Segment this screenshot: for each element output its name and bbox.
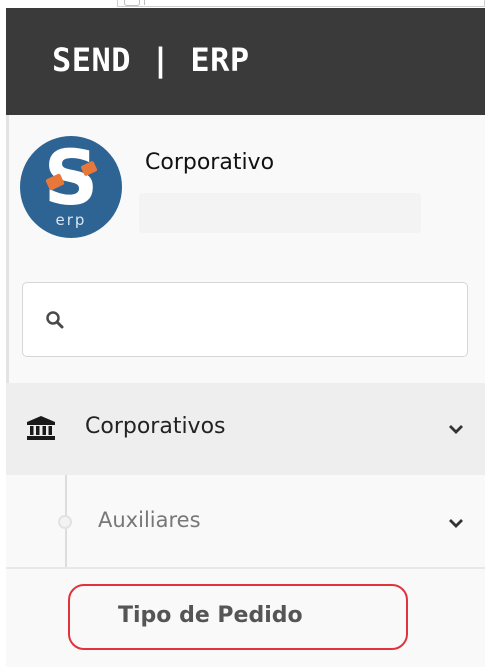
user-profile: S erp Corporativo [6,115,485,275]
company-subtitle-redacted [139,193,421,233]
search-icon [46,311,64,329]
menu-item-tipo-de-pedido[interactable]: Tipo de Pedido [68,584,408,650]
bank-icon [27,416,55,440]
avatar[interactable]: S erp [20,136,122,238]
menu-divider [6,567,485,569]
menu-item-label: Corporativos [85,414,226,439]
avatar-logo-letter: S [43,136,99,222]
avatar-logo-subtext: erp [55,211,87,229]
app-header: SEND | ERP [6,8,485,115]
tree-node-dot [58,515,72,529]
background-window-edge [0,0,485,8]
sidebar: S erp Corporativo Corporativos Auxiliare… [6,115,485,667]
app-brand[interactable]: SEND | ERP [52,40,250,80]
leaf-item-label: Tipo de Pedido [118,603,303,628]
submenu-item-label: Auxiliares [98,508,201,532]
background-window-frame [117,0,485,7]
chevron-down-icon [449,519,463,528]
search-input[interactable] [79,297,453,343]
search-box[interactable] [22,282,468,357]
submenu-item-auxiliares[interactable]: Auxiliares [6,475,485,567]
menu-item-corporativos[interactable]: Corporativos [6,383,485,475]
chevron-down-icon [449,425,463,434]
company-name: Corporativo [145,150,275,175]
